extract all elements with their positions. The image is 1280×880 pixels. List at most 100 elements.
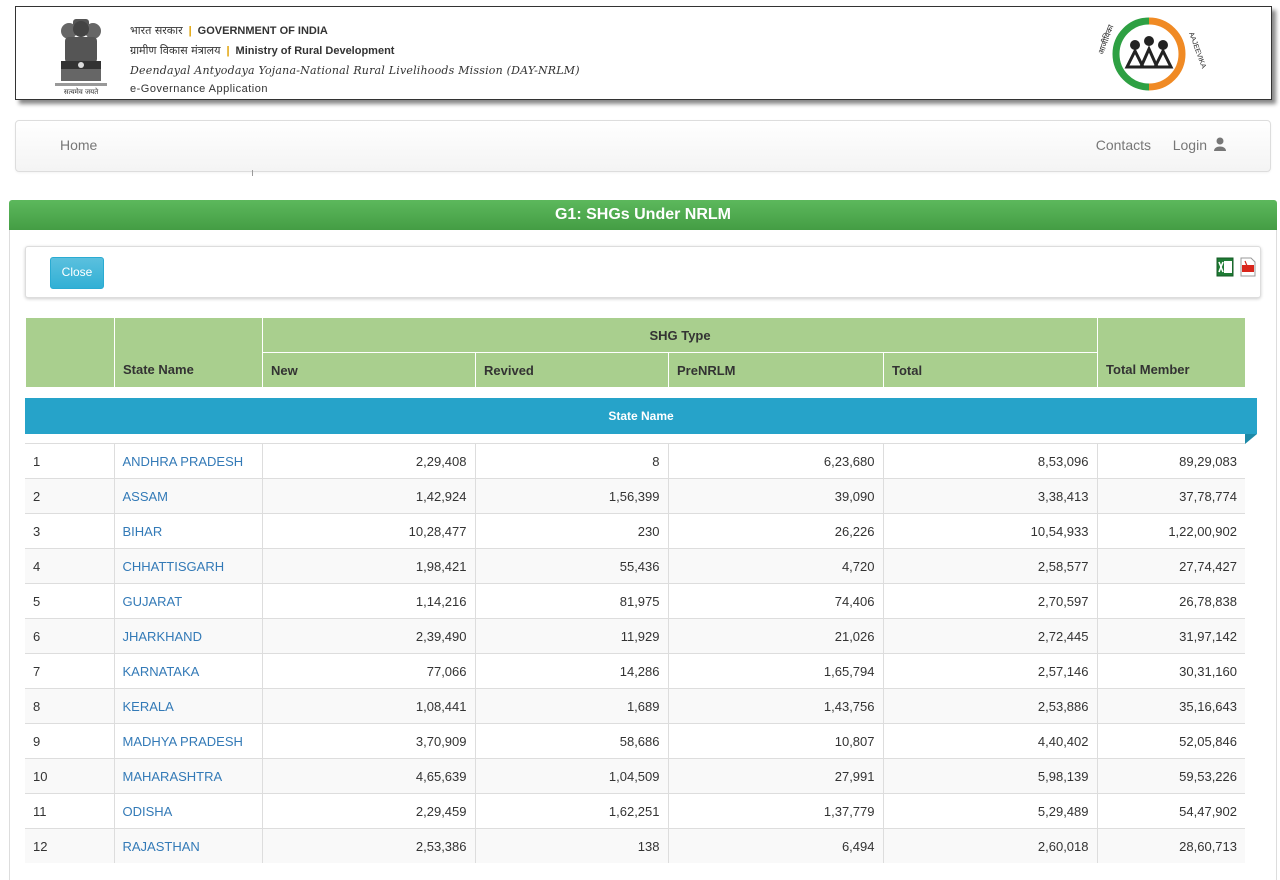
cell-sno: 9 — [25, 723, 114, 759]
cell-total-member: 30,31,160 — [1096, 653, 1245, 689]
top-navbar: Home Contacts Login — [15, 120, 1271, 172]
col-header-new[interactable]: New — [262, 352, 476, 388]
panel-title: G1: SHGs Under NRLM — [9, 200, 1277, 230]
nav-home-link[interactable]: Home — [60, 137, 97, 153]
cell-sno: 2 — [25, 478, 114, 514]
cell-state-link[interactable]: ANDHRA PRADESH — [113, 443, 262, 479]
nav-contacts-link[interactable]: Contacts — [1096, 137, 1151, 153]
cell-total: 2,57,146 — [882, 653, 1097, 689]
cell-total-member: 31,97,142 — [1096, 618, 1245, 654]
cell-new: 1,42,924 — [261, 478, 475, 514]
cell-state-link[interactable]: CHHATTISGARH — [113, 548, 262, 584]
cell-total-member: 52,05,846 — [1096, 723, 1245, 759]
table-row: 10 MAHARASHTRA 4,65,639 1,04,509 27,991 5,98,… — [25, 758, 1245, 794]
table-row: 8 KERALA 1,08,441 1,689 1,43,756 2,53,886 35,1… — [25, 688, 1245, 724]
cell-total: 4,40,402 — [882, 723, 1097, 759]
cell-new: 77,066 — [261, 653, 475, 689]
table-row: 3 BIHAR 10,28,477 230 26,226 10,54,933 1,22,00… — [25, 513, 1245, 549]
ministry-english: Ministry of Rural Development — [235, 45, 395, 57]
cell-revived: 14,286 — [474, 653, 668, 689]
table-row: 4 CHHATTISGARH 1,98,421 55,436 4,720 2,58,577… — [25, 548, 1245, 584]
cell-prenrlm: 1,43,756 — [667, 688, 883, 724]
cell-total: 2,70,597 — [882, 583, 1097, 619]
cell-revived: 1,56,399 — [474, 478, 668, 514]
cell-new: 2,53,386 — [261, 828, 475, 863]
cell-revived: 1,62,251 — [474, 793, 668, 829]
group-band-state-name: State Name — [25, 398, 1257, 434]
cell-sno: 8 — [25, 688, 114, 724]
cell-new: 1,14,216 — [261, 583, 475, 619]
cell-revived: 1,04,509 — [474, 758, 668, 794]
cell-state-link[interactable]: MAHARASHTRA — [113, 758, 262, 794]
cell-new: 1,08,441 — [261, 688, 475, 724]
table-row: 6 JHARKHAND 2,39,490 11,929 21,026 2,72,445 31… — [25, 618, 1245, 654]
user-icon — [1214, 137, 1226, 151]
col-header-sno — [25, 317, 115, 388]
cell-state-link[interactable]: ODISHA — [113, 793, 262, 829]
nav-login-link[interactable]: Login — [1173, 137, 1227, 153]
cell-total: 3,38,413 — [882, 478, 1097, 514]
ministry-text-block: भारत सरकार | GOVERNMENT OF INDIA ग्रामीण व… — [130, 21, 580, 99]
cell-prenrlm: 1,37,779 — [667, 793, 883, 829]
cell-total-member: 28,60,713 — [1096, 828, 1245, 863]
cell-sno: 3 — [25, 513, 114, 549]
col-header-prenrlm[interactable]: PreNRLM — [668, 352, 884, 388]
cell-state-link[interactable]: GUJARAT — [113, 583, 262, 619]
cell-revived: 8 — [474, 443, 668, 479]
cell-total-member: 27,74,427 — [1096, 548, 1245, 584]
cell-new: 3,70,909 — [261, 723, 475, 759]
cell-state-link[interactable]: ASSAM — [113, 478, 262, 514]
table-row: 11 ODISHA 2,29,459 1,62,251 1,37,779 5,29,489… — [25, 793, 1245, 829]
close-button[interactable]: Close — [50, 257, 104, 289]
ministry-hindi: ग्रामीण विकास मंत्रालय — [130, 44, 221, 57]
govt-english: GOVERNMENT OF INDIA — [197, 25, 328, 37]
cell-new: 2,39,490 — [261, 618, 475, 654]
cell-total-member: 1,22,00,902 — [1096, 513, 1245, 549]
mission-title: Deendayal Antyodaya Yojana-National Rura… — [130, 64, 580, 77]
group-band-notch — [1245, 434, 1257, 444]
cell-revived: 58,686 — [474, 723, 668, 759]
cell-total: 10,54,933 — [882, 513, 1097, 549]
cell-total-member: 37,78,774 — [1096, 478, 1245, 514]
cell-prenrlm: 39,090 — [667, 478, 883, 514]
login-label: Login — [1172, 137, 1207, 153]
col-header-total-member[interactable]: Total Member — [1097, 317, 1247, 388]
col-header-revived[interactable]: Revived — [475, 352, 669, 388]
cell-revived: 1,689 — [474, 688, 668, 724]
svg-text:AAJEEVIKA: AAJEEVIKA — [1187, 31, 1207, 70]
cell-sno: 10 — [25, 758, 114, 794]
col-header-state[interactable]: State Name — [114, 317, 263, 388]
cell-prenrlm: 21,026 — [667, 618, 883, 654]
cell-total: 5,98,139 — [882, 758, 1097, 794]
national-emblem-icon: सत्यमेव जयते — [55, 19, 107, 96]
cell-sno: 12 — [25, 828, 114, 863]
cell-total: 2,72,445 — [882, 618, 1097, 654]
cell-state-link[interactable]: KERALA — [113, 688, 262, 724]
table-row: 7 KARNATAKA 77,066 14,286 1,65,794 2,57,146 30… — [25, 653, 1245, 689]
cell-state-link[interactable]: JHARKHAND — [113, 618, 262, 654]
cell-revived: 81,975 — [474, 583, 668, 619]
excel-icon[interactable] — [1216, 257, 1234, 277]
cell-prenrlm: 27,991 — [667, 758, 883, 794]
app-title: e-Governance Application — [130, 83, 268, 95]
cell-sno: 5 — [25, 583, 114, 619]
pdf-icon[interactable] — [1240, 257, 1256, 277]
cell-new: 4,65,639 — [261, 758, 475, 794]
cell-new: 2,29,408 — [261, 443, 475, 479]
cell-sno: 11 — [25, 793, 114, 829]
cell-state-link[interactable]: KARNATAKA — [113, 653, 262, 689]
cell-total-member: 35,16,643 — [1096, 688, 1245, 724]
cell-state-link[interactable]: BIHAR — [113, 513, 262, 549]
cell-state-link[interactable]: RAJASTHAN — [113, 828, 262, 863]
cell-state-link[interactable]: MADHYA PRADESH — [113, 723, 262, 759]
col-group-shg-type: SHG Type — [261, 317, 1099, 353]
cell-prenrlm: 6,23,680 — [667, 443, 883, 479]
col-header-total[interactable]: Total — [882, 352, 1099, 388]
report-table-header: State Name SHG Type Total Member New Rev… — [25, 317, 1247, 388]
cell-revived: 55,436 — [474, 548, 668, 584]
cell-sno: 6 — [25, 618, 114, 654]
cell-revived: 11,929 — [474, 618, 668, 654]
table-row: 12 RAJASTHAN 2,53,386 138 6,494 2,60,018 28,60… — [25, 828, 1245, 863]
cell-revived: 138 — [474, 828, 668, 863]
cell-new: 1,98,421 — [261, 548, 475, 584]
